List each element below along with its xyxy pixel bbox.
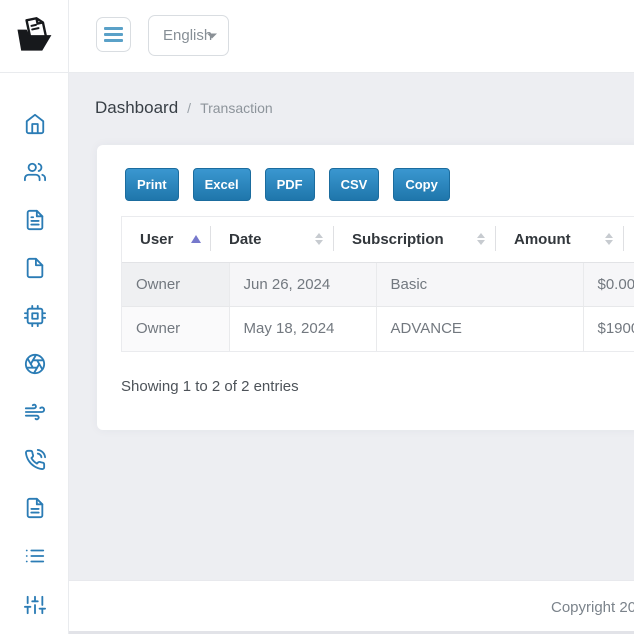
file-text-icon	[24, 209, 46, 231]
sidebar-item-users[interactable]	[23, 160, 47, 184]
excel-button[interactable]: Excel	[193, 168, 251, 201]
sidebar	[0, 73, 69, 634]
home-icon	[24, 113, 46, 135]
document-icon	[24, 497, 46, 519]
cell-subscription: ADVANCE	[376, 307, 583, 351]
copyright-text: Copyright 20	[551, 599, 634, 616]
sidebar-item-media[interactable]	[23, 352, 47, 376]
wind-icon	[24, 401, 46, 423]
cell-amount: $1900.00	[583, 307, 634, 351]
app-logo[interactable]	[0, 0, 69, 73]
sidebar-item-system[interactable]	[23, 304, 47, 328]
sidebar-item-documents[interactable]	[23, 496, 47, 520]
language-selected-value: English	[149, 27, 212, 44]
sidebar-item-integrations[interactable]	[23, 400, 47, 424]
csv-button[interactable]: CSV	[329, 168, 380, 201]
sidebar-toggle-button[interactable]	[96, 17, 131, 52]
file-icon	[24, 257, 46, 279]
breadcrumb-current-page: Transaction	[200, 100, 273, 116]
table-row: Owner Jun 26, 2024 Basic $0.00	[122, 263, 634, 307]
top-bar: English	[69, 0, 634, 73]
sidebar-item-list[interactable]	[23, 544, 47, 568]
sliders-icon	[24, 594, 46, 616]
cell-date: May 18, 2024	[229, 307, 376, 351]
column-header-subscription[interactable]: Subscription	[334, 217, 496, 262]
cpu-icon	[24, 305, 46, 327]
cell-amount: $0.00	[583, 263, 634, 307]
column-header-extra	[624, 217, 634, 262]
column-header-amount[interactable]: Amount	[496, 217, 624, 262]
table-row: Owner May 18, 2024 ADVANCE $1900.00	[122, 307, 634, 351]
pdf-button[interactable]: PDF	[265, 168, 315, 201]
table-header: User Date Subscription Amount	[122, 217, 634, 263]
sidebar-item-reports[interactable]	[23, 208, 47, 232]
users-icon	[24, 161, 46, 183]
phone-call-icon	[24, 449, 46, 471]
cell-date: Jun 26, 2024	[229, 263, 376, 307]
breadcrumb: Dashboard / Transaction	[95, 98, 273, 118]
cell-user: Owner	[122, 307, 229, 351]
sidebar-item-pages[interactable]	[23, 256, 47, 280]
sort-both-icon	[605, 233, 613, 245]
transaction-card: Print Excel PDF CSV Copy User Date	[97, 145, 634, 430]
column-header-user[interactable]: User	[122, 217, 211, 262]
main-content: Dashboard / Transaction Print Excel PDF …	[69, 73, 634, 580]
hamburger-icon	[104, 27, 123, 30]
sort-both-icon	[315, 233, 323, 245]
sidebar-item-support[interactable]	[23, 448, 47, 472]
transactions-table: User Date Subscription Amount	[121, 216, 634, 352]
aperture-icon	[24, 353, 46, 375]
sort-both-icon	[477, 233, 485, 245]
cell-user: Owner	[122, 263, 229, 307]
chevron-down-icon	[207, 33, 217, 38]
language-selector[interactable]: English	[148, 15, 229, 56]
sidebar-item-home[interactable]	[23, 112, 47, 136]
list-icon	[24, 545, 46, 567]
footer: Copyright 20	[69, 580, 634, 634]
cell-subscription: Basic	[376, 263, 583, 307]
sort-asc-icon	[191, 235, 201, 243]
copy-button[interactable]: Copy	[393, 168, 450, 201]
sidebar-item-settings[interactable]	[23, 593, 47, 617]
export-button-row: Print Excel PDF CSV Copy	[125, 168, 450, 201]
open-folder-document-logo	[12, 14, 56, 58]
column-header-date[interactable]: Date	[211, 217, 334, 262]
print-button[interactable]: Print	[125, 168, 179, 201]
breadcrumb-dashboard-link[interactable]: Dashboard	[95, 98, 178, 118]
table-info-text: Showing 1 to 2 of 2 entries	[121, 378, 299, 395]
table-body: Owner Jun 26, 2024 Basic $0.00 Owner May…	[122, 263, 634, 351]
breadcrumb-separator: /	[187, 100, 191, 116]
